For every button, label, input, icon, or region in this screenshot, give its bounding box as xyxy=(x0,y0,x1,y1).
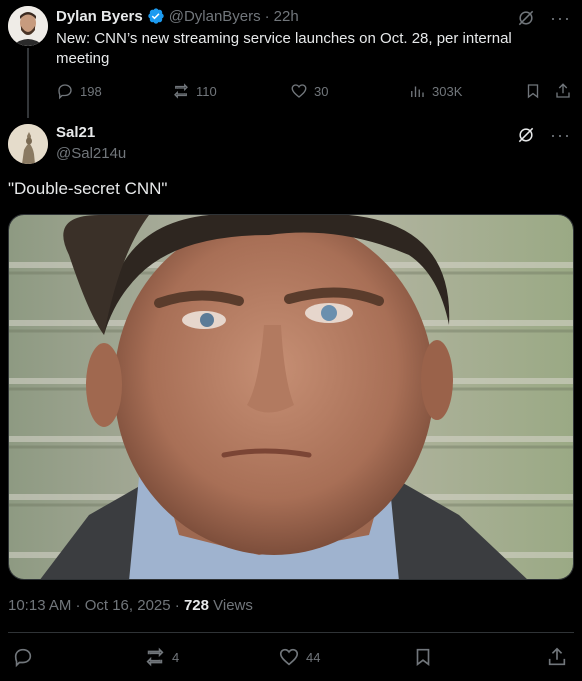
like-button[interactable]: 30 xyxy=(290,82,328,100)
share-button[interactable] xyxy=(546,646,568,668)
avatar-dylan-byers[interactable] xyxy=(8,6,48,46)
reply-icon xyxy=(14,648,32,668)
more-options-icon[interactable]: ··· xyxy=(550,125,570,145)
post-views-label: Views xyxy=(208,597,253,614)
bookmark-button[interactable] xyxy=(524,82,542,100)
verified-badge-icon xyxy=(148,8,164,24)
quoted-time[interactable]: 22h xyxy=(274,8,299,25)
repost-count: 4 xyxy=(172,649,180,665)
like-count: 44 xyxy=(306,649,321,665)
post-author-name[interactable]: Sal21 xyxy=(56,124,95,141)
post-timestamp[interactable]: 10:13 AM · Oct 16, 2025 · xyxy=(8,597,184,614)
quoted-author-handle[interactable]: @DylanByers xyxy=(169,8,261,25)
quoted-author-name[interactable]: Dylan Byers xyxy=(56,8,143,25)
share-button[interactable] xyxy=(554,82,572,100)
repost-button[interactable]: 110 xyxy=(172,82,217,100)
separator-dot: · xyxy=(264,7,270,25)
grok-icon[interactable] xyxy=(516,8,536,28)
heart-icon xyxy=(291,84,307,98)
post-views-count: 728 xyxy=(183,597,209,614)
post-actions: 4 44 xyxy=(8,646,574,670)
views-button[interactable]: 303K xyxy=(408,82,462,100)
bookmark-button[interactable] xyxy=(412,646,434,668)
analytics-icon xyxy=(411,86,424,97)
quoted-header: Dylan Byers @DylanByers · 22h xyxy=(56,7,299,25)
quoted-top-icons: ··· xyxy=(516,8,570,28)
post-image[interactable] xyxy=(8,214,574,580)
quoted-text: New: CNN’s new streaming service launche… xyxy=(56,30,512,67)
reply-icon xyxy=(58,84,72,100)
bookmark-icon xyxy=(527,84,539,99)
post-metadata: 10:13 AM · Oct 16, 2025 · 728 Views xyxy=(8,597,253,614)
reply-count: 198 xyxy=(80,83,102,99)
more-options-icon[interactable]: ··· xyxy=(550,8,570,28)
heart-icon xyxy=(279,648,299,666)
post-top-icons: ··· xyxy=(516,125,570,145)
quoted-actions: 198 110 30 303K xyxy=(56,82,574,102)
grok-icon[interactable] xyxy=(516,125,536,145)
reply-button[interactable] xyxy=(12,646,34,668)
repost-button[interactable]: 4 xyxy=(144,646,179,668)
repost-icon xyxy=(174,83,188,99)
post-author-handle[interactable]: @Sal214u xyxy=(56,145,126,162)
repost-icon xyxy=(146,647,164,667)
reply-button[interactable]: 198 xyxy=(56,82,102,100)
avatar-sal21[interactable] xyxy=(8,124,48,164)
share-icon xyxy=(548,647,566,666)
thread-line xyxy=(27,48,29,118)
post-text: "Double-secret CNN" xyxy=(8,179,168,198)
like-count: 30 xyxy=(314,83,329,99)
views-count: 303K xyxy=(432,83,463,99)
like-button[interactable]: 44 xyxy=(278,646,320,668)
bookmark-icon xyxy=(416,648,430,666)
repost-count: 110 xyxy=(196,83,217,99)
divider xyxy=(8,632,574,633)
share-icon xyxy=(556,83,570,98)
